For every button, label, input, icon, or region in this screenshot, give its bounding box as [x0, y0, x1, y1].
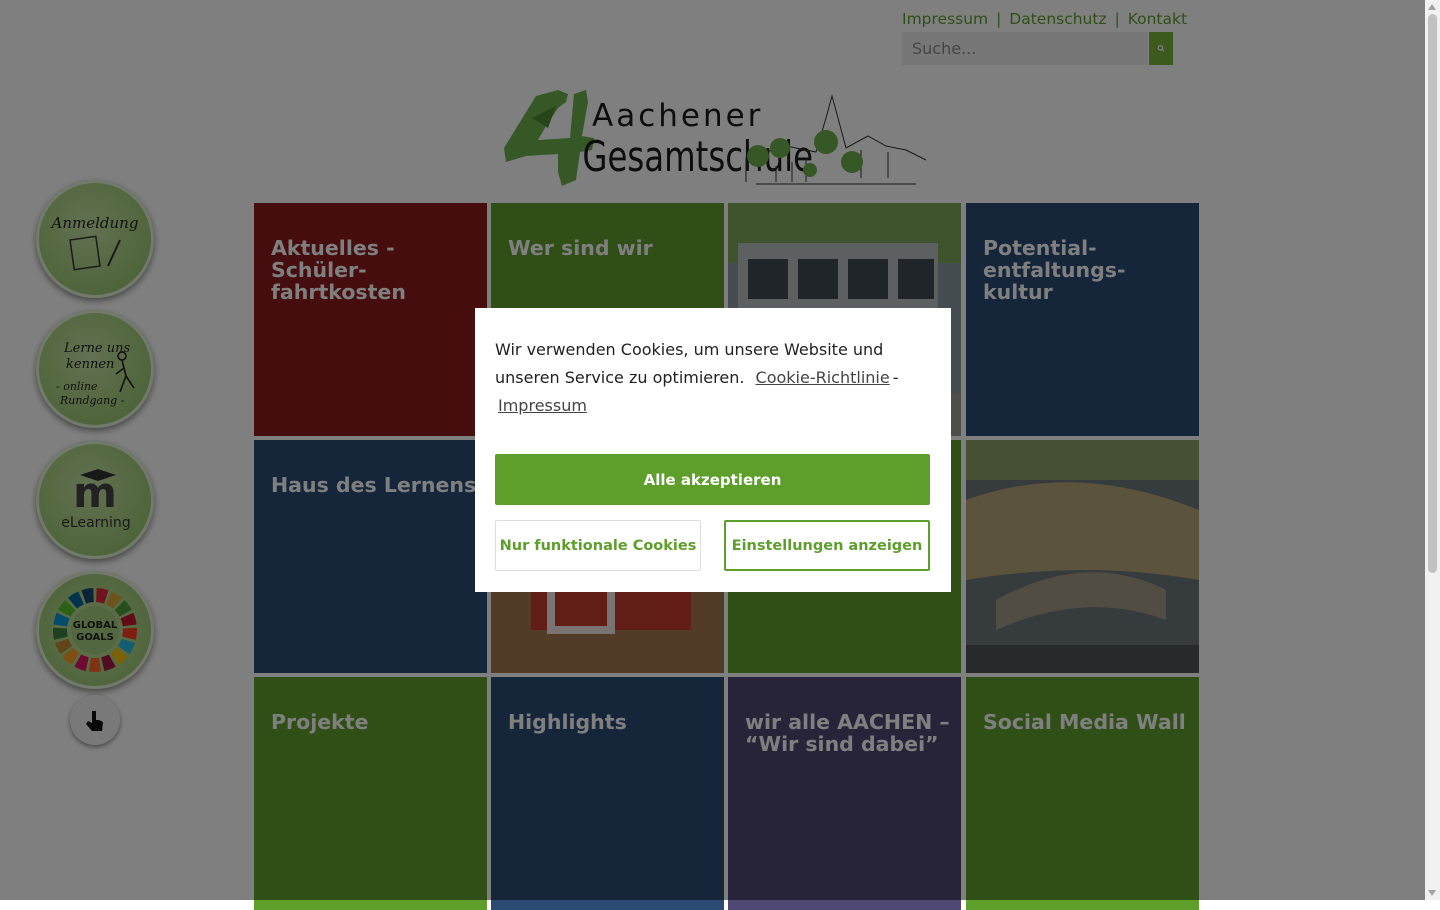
cookie-dialog: Wir verwenden Cookies, um unsere Website…	[475, 308, 951, 592]
scroll-up-arrow-icon[interactable]	[1428, 4, 1436, 10]
cookie-message-block: Wir verwenden Cookies, um unsere Website…	[495, 336, 905, 420]
show-settings-button[interactable]: Einstellungen anzeigen	[724, 520, 930, 571]
cookie-impressum-link[interactable]: Impressum	[498, 396, 587, 415]
scrollbar-thumb[interactable]	[1428, 14, 1437, 573]
cookie-link-dash: -	[892, 368, 899, 387]
accept-all-button[interactable]: Alle akzeptieren	[495, 454, 930, 505]
scroll-down-arrow-icon[interactable]	[1428, 890, 1436, 896]
cookie-policy-link[interactable]: Cookie-Richtlinie	[756, 368, 890, 387]
scrollbar[interactable]	[1425, 0, 1440, 900]
functional-cookies-button[interactable]: Nur funktionale Cookies	[495, 520, 701, 571]
